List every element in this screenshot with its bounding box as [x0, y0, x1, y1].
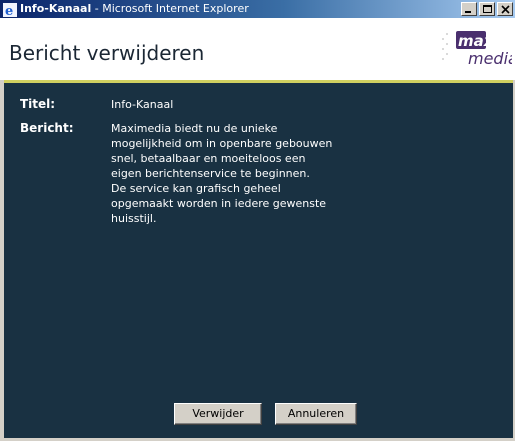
window-controls [459, 2, 513, 16]
page-title: Bericht verwijderen [9, 41, 205, 65]
close-icon [501, 5, 510, 14]
minimize-icon [465, 11, 471, 13]
message-line: De service kan grafisch geheel [111, 182, 281, 195]
svg-text:maxi: maxi [458, 32, 499, 50]
message-line: eigen berichtenservice te beginnen. [111, 167, 310, 180]
window-titlebar[interactable]: e Info-Kanaal - Microsoft Internet Explo… [0, 0, 515, 19]
message-line: snel, betaalbaar en moeiteloos een [111, 152, 306, 165]
delete-button[interactable]: Verwijder [174, 403, 262, 425]
ie-icon: e [3, 2, 17, 19]
maximize-button[interactable] [479, 2, 495, 16]
cancel-button[interactable]: Annuleren [275, 403, 357, 425]
message-label: Bericht: [20, 121, 74, 135]
close-button[interactable] [497, 2, 513, 16]
maximize-icon [483, 5, 492, 13]
message-text: Maximedia biedt nu de unieke mogelijkhei… [111, 121, 401, 226]
accent-line [4, 80, 513, 83]
minimize-button[interactable] [461, 2, 477, 16]
svg-text:media: media [468, 49, 512, 68]
content-panel: Titel: Info-Kanaal Bericht: Maximedia bi… [4, 80, 513, 438]
message-line: Maximedia biedt nu de unieke [111, 122, 278, 135]
maximedia-logo: maxi media [456, 31, 512, 68]
message-line: huisstijl. [111, 212, 157, 225]
window-title: Info-Kanaal - Microsoft Internet Explore… [20, 2, 249, 15]
svg-text:e: e [5, 4, 13, 17]
title-value: Info-Kanaal [111, 98, 174, 111]
message-line: opgemaakt worden in iedere gewenste [111, 197, 327, 210]
page-header: Bericht verwijderen maxi media [0, 18, 515, 80]
message-line: mogelijkheid om in openbare gebouwen [111, 137, 333, 150]
title-label: Titel: [20, 97, 56, 111]
